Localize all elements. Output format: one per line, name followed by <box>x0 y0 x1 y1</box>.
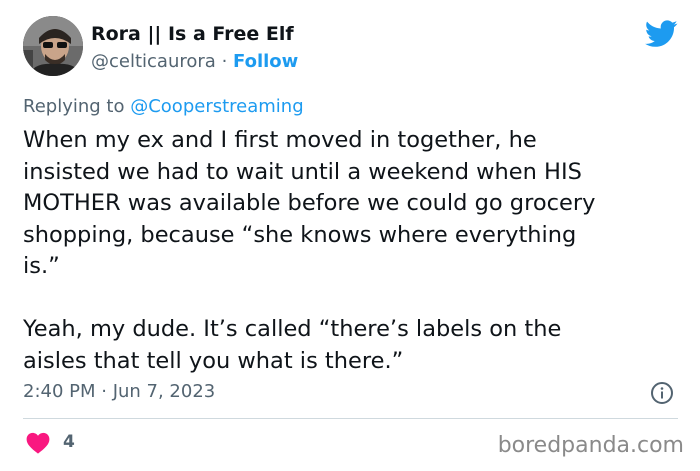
tweet-text: When my ex and I first moved in together… <box>23 125 683 377</box>
author-display-name[interactable]: Rora || Is a Free Elf <box>91 23 294 45</box>
tweet-line: MOTHER was available before we could go … <box>23 190 596 216</box>
author-handle[interactable]: @celticaurora <box>91 51 216 72</box>
follow-button[interactable]: Follow <box>233 51 298 72</box>
reply-mention-link[interactable]: @Cooperstreaming <box>130 96 303 117</box>
info-icon[interactable] <box>650 381 674 405</box>
tweet-line: Yeah, my dude. It’s called “there’s labe… <box>23 316 562 342</box>
twitter-bird-icon[interactable] <box>645 20 678 48</box>
heart-icon[interactable] <box>26 432 50 454</box>
tweet-line: shopping, because “she knows where every… <box>23 221 577 248</box>
replying-to-label: Replying to <box>23 96 125 117</box>
user-avatar-icon <box>23 16 83 76</box>
tweet-line: aisles that tell you what is there.” <box>23 347 404 374</box>
watermark: boredpanda.com <box>497 433 684 458</box>
tweet-line: When my ex and I first moved in together… <box>23 127 537 153</box>
replying-to: Replying to @Cooperstreaming <box>23 96 304 117</box>
tweet-timestamp[interactable]: 2:40 PM · Jun 7, 2023 <box>23 381 215 402</box>
avatar[interactable] <box>23 16 83 76</box>
author-handle-row: @celticaurora · Follow <box>91 51 298 72</box>
like-count: 4 <box>63 432 75 452</box>
tweet-line: insisted we had to wait until a weekend … <box>23 158 582 185</box>
separator: · <box>221 51 228 72</box>
divider <box>23 418 678 419</box>
tweet-line: is.” <box>23 253 60 279</box>
